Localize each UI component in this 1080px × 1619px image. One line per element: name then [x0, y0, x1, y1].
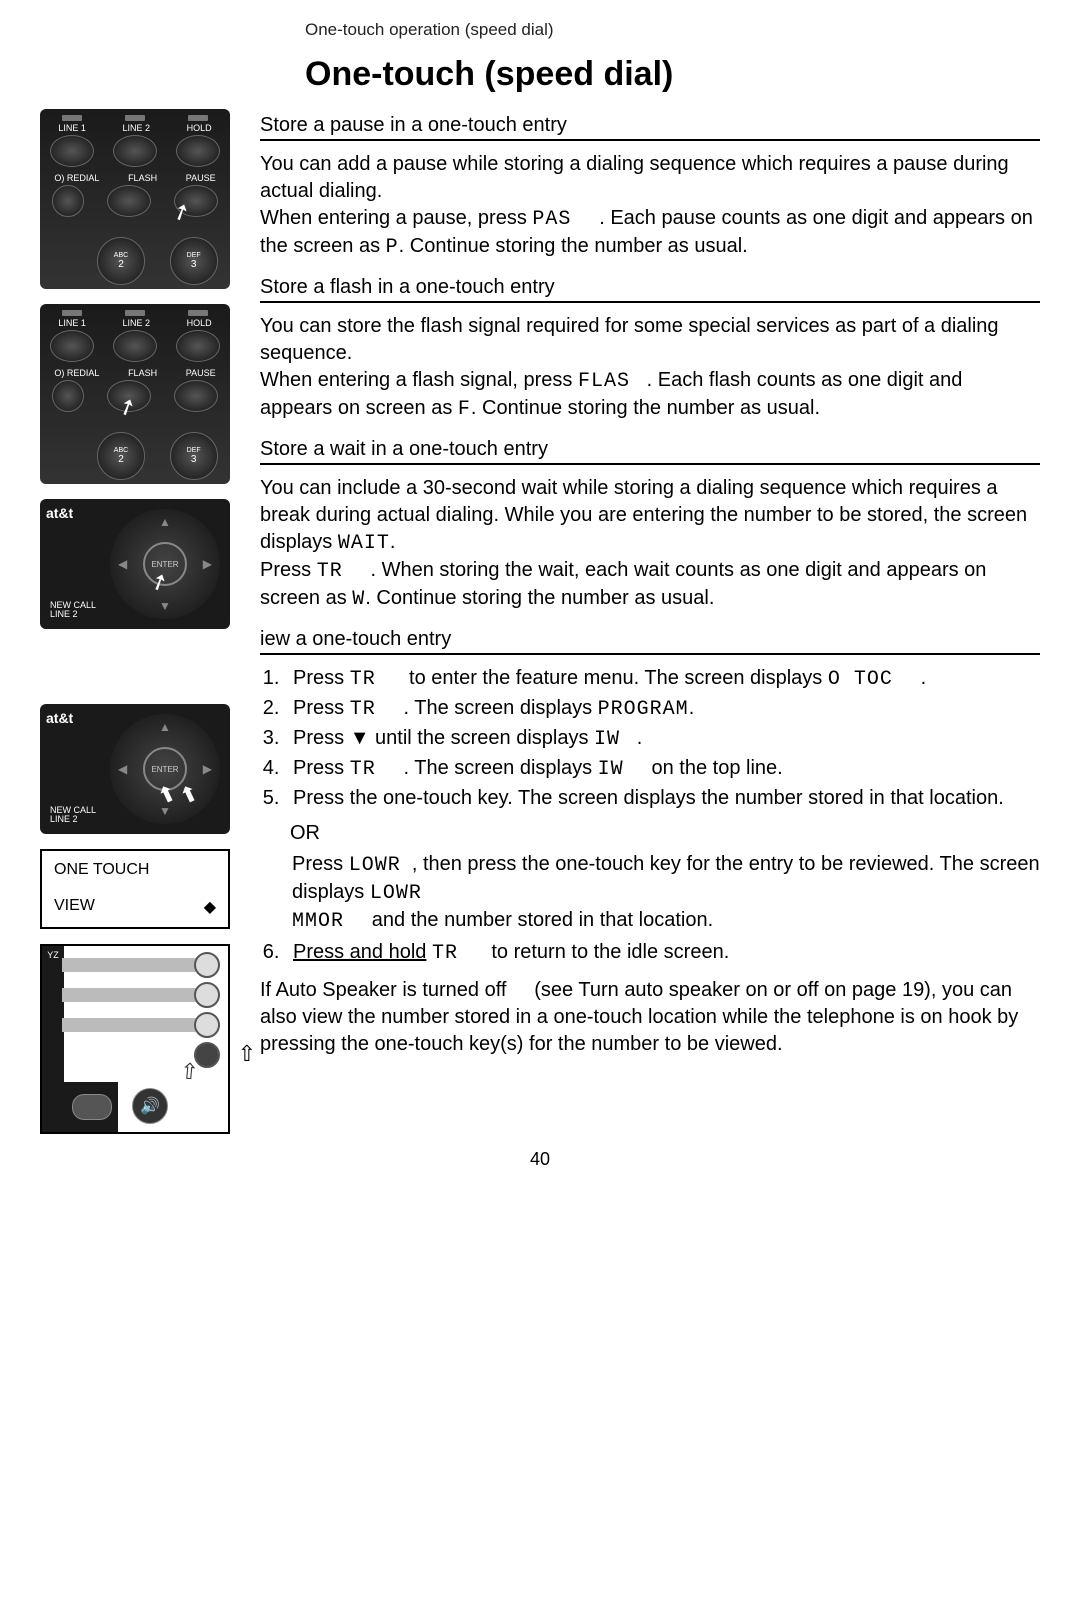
- body-text: Press LOWR , then press the one-touch ke…: [292, 851, 1040, 935]
- phone-keypad-figure-pause: LINE 1 LINE 2 HOLD O) REDIAL FLASH PAUSE…: [40, 109, 230, 289]
- label-line1: LINE 1: [58, 123, 86, 133]
- section-heading-wait: Store a wait in a one-touch entry: [260, 438, 1040, 465]
- speaker-icon: 🔊: [132, 1088, 168, 1124]
- body-text: You can add a pause while storing a dial…: [260, 151, 1040, 261]
- page-title: One-touch (speed dial): [305, 55, 1040, 94]
- note-text: If Auto Speaker is turned off (see Turn …: [260, 977, 1040, 1058]
- lcd-line1: ONE TOUCH: [54, 861, 216, 879]
- page-number: 40: [40, 1149, 1040, 1170]
- label-flash: FLASH: [128, 173, 157, 183]
- updown-icon: ◆: [204, 897, 216, 917]
- label-hold: HOLD: [187, 123, 212, 133]
- step-item: Press TR . The screen displays PROGRAM.: [285, 695, 1040, 723]
- down-triangle-icon: ▼: [350, 725, 370, 752]
- label-redial: O) REDIAL: [54, 173, 99, 183]
- lcd-line2: VIEW: [54, 897, 95, 917]
- step-item: Press TR . The screen displays IW on the…: [285, 755, 1040, 783]
- label-line2: LINE 2: [122, 123, 150, 133]
- step-item: Press TR to enter the feature menu. The …: [285, 665, 1040, 693]
- or-label: OR: [290, 822, 1040, 845]
- att-logo: at&t: [46, 505, 73, 521]
- steps-list: Press and hold TR to return to the idle …: [260, 939, 1040, 967]
- one-touch-buttons-figure: YZ ⇧ ⬀ 🔊: [40, 944, 230, 1134]
- breadcrumb: One-touch operation (speed dial): [305, 20, 1040, 40]
- cross-ref-link: Turn auto speaker on or off: [578, 979, 818, 1001]
- steps-list: Press TR to enter the feature menu. The …: [260, 665, 1040, 812]
- step-item: Press the one-touch key. The screen disp…: [285, 785, 1040, 812]
- step-item: Press and hold TR to return to the idle …: [285, 939, 1040, 967]
- section-heading-pause: Store a pause in a one-touch entry: [260, 114, 1040, 141]
- body-text: You can store the flash signal required …: [260, 313, 1040, 423]
- section-heading-flash: Store a flash in a one-touch entry: [260, 276, 1040, 303]
- body-text: You can include a 30-second wait while s…: [260, 475, 1040, 613]
- label-pause: PAUSE: [186, 173, 216, 183]
- section-heading-view: iew a one-touch entry: [260, 628, 1040, 655]
- phone-navwheel-figure-view: at&t ▲ ▼ ◀ ▶ ENTER ⬆ ⬆ NEW CALLLINE 2: [40, 704, 230, 834]
- phone-keypad-figure-flash: LINE 1 LINE 2 HOLD O) REDIAL FLASH PAUSE…: [40, 304, 230, 484]
- phone-navwheel-figure-wait: at&t ▲ ▼ ◀ ▶ ENTER ➚ NEW CALLLINE 2: [40, 499, 230, 629]
- lcd-display: ONE TOUCH VIEW ◆: [40, 849, 230, 929]
- arrow-icon: ⇧: [238, 1041, 256, 1067]
- step-item: Press ▼ until the screen displays IW .: [285, 725, 1040, 753]
